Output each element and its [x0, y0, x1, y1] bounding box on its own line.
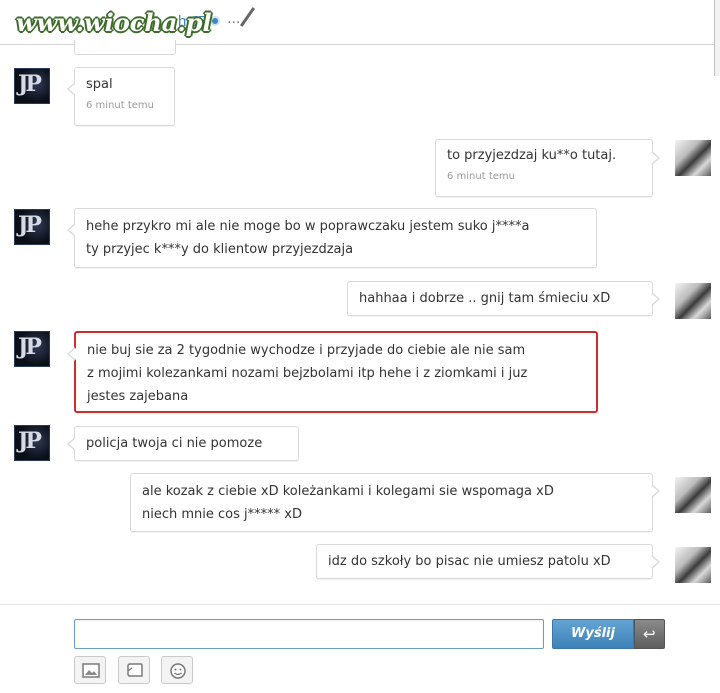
message-text: hahhaa i dobrze .. gnij tam śmieciu xD — [359, 291, 611, 306]
message-line: hehe przykro mi ale nie moge bo w popraw… — [86, 219, 530, 234]
avatar-user[interactable] — [675, 283, 711, 319]
scrollbar[interactable] — [714, 0, 720, 76]
return-arrow-icon: ↩ — [643, 625, 656, 643]
attach-image-button[interactable] — [74, 656, 106, 684]
message-timestamp: 6 minut temu — [447, 171, 515, 182]
message-bubble: hehe przykro mi ale nie moge bo w popraw… — [67, 208, 597, 268]
message-input[interactable] — [74, 619, 544, 649]
image-icon — [82, 663, 100, 678]
message-bubble: idz do szkoły bo pisac nie umiesz patolu… — [316, 544, 660, 579]
avatar-user[interactable] — [675, 140, 711, 176]
message-bubble: policja twoja ci nie pomoze — [67, 426, 299, 461]
message-timestamp: 6 minut temu — [86, 100, 154, 111]
previous-message-bubble — [74, 40, 176, 55]
site-watermark: www.wiocha.pl — [16, 8, 212, 37]
avatar-jp[interactable]: JP — [14, 331, 50, 367]
smiley-icon — [170, 663, 186, 679]
message-bubble: spal 6 minut temu — [67, 67, 175, 126]
message-text: to przyjezdzaj ku**o tutaj. — [447, 148, 617, 163]
highlighted-message-bubble: nie buj sie za 2 tygodnie wychodze i prz… — [67, 331, 598, 413]
more-options-button[interactable]: ... — [227, 10, 240, 28]
message-line: jestes zajebana — [87, 389, 189, 404]
chat-header: h JP ... www.wiocha.pl — [0, 0, 720, 45]
pencil-icon[interactable] — [239, 7, 256, 27]
sticker-icon — [127, 663, 143, 677]
avatar-jp[interactable]: JP — [14, 68, 50, 104]
message-line: z mojimi kolezankami nozami bejzbolami i… — [87, 366, 528, 381]
message-bubble: ale kozak z ciebie xD koleżankami i kole… — [130, 473, 660, 532]
message-text: spal — [86, 77, 113, 92]
avatar-jp[interactable]: JP — [14, 209, 50, 245]
message-bubble: hahhaa i dobrze .. gnij tam śmieciu xD — [347, 281, 660, 316]
sticker-button[interactable] — [118, 656, 150, 684]
enter-button[interactable]: ↩ — [634, 619, 665, 649]
message-line: nie buj sie za 2 tygodnie wychodze i prz… — [87, 343, 526, 358]
avatar-user[interactable] — [675, 477, 711, 513]
message-line: niech mnie cos j***** xD — [142, 507, 302, 522]
avatar-jp[interactable]: JP — [14, 425, 50, 461]
message-text: idz do szkoły bo pisac nie umiesz patolu… — [328, 554, 611, 569]
message-text: policja twoja ci nie pomoze — [86, 436, 263, 451]
message-bubble: to przyjezdzaj ku**o tutaj. 6 minut temu — [435, 139, 660, 197]
emoji-button[interactable] — [161, 656, 193, 684]
message-line: ale kozak z ciebie xD koleżankami i kole… — [142, 484, 554, 499]
message-line: ty przyjec k***y do klientow przyjezdzaj… — [86, 242, 354, 257]
avatar-user[interactable] — [675, 547, 711, 583]
send-button[interactable]: Wyślij — [552, 619, 634, 649]
composer-divider — [0, 604, 720, 605]
